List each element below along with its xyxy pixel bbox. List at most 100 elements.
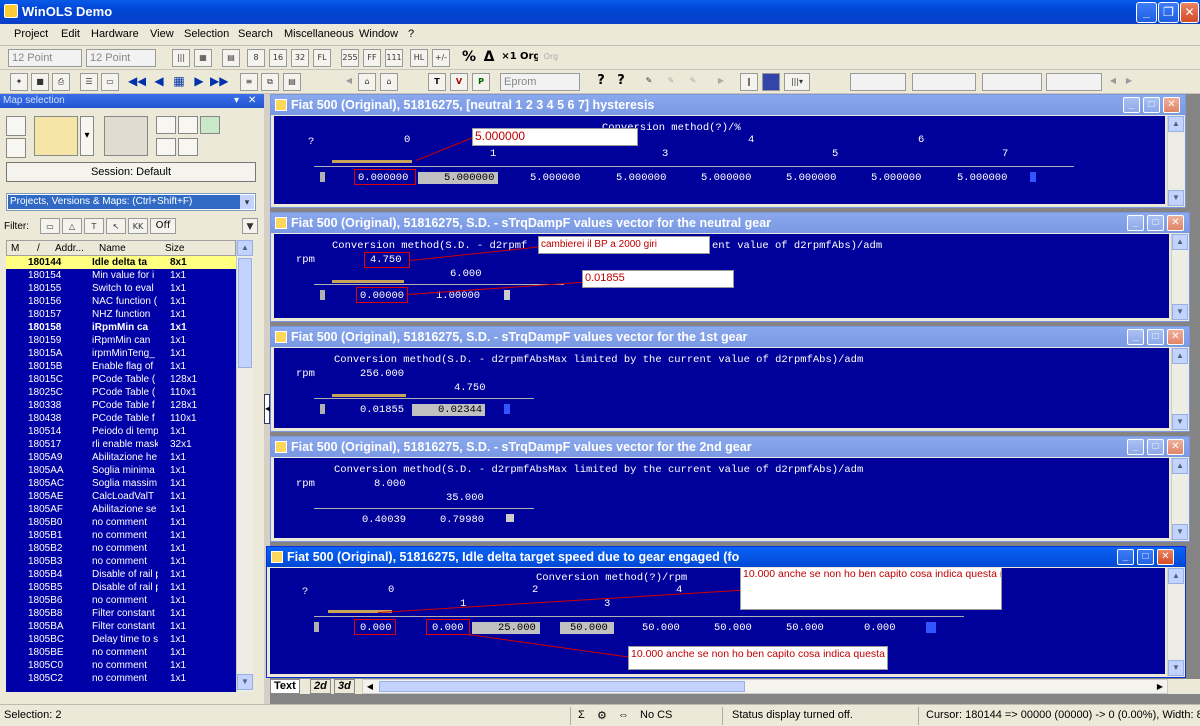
map-text-view[interactable]: Conversion method(?)/% ? 0 4 6 1 3 5 7 0… bbox=[274, 116, 1165, 204]
window-close-button[interactable]: ✕ bbox=[1163, 97, 1180, 113]
list-item[interactable]: 1805B4 Disable of rail p 1x1 bbox=[6, 568, 236, 581]
width-icon[interactable]: |||▾ bbox=[784, 73, 810, 91]
dropdown-icon[interactable]: ▾ bbox=[234, 94, 239, 108]
map-cell[interactable]: 5.000000 bbox=[418, 172, 499, 184]
map-cell[interactable]: 5.000000 bbox=[616, 172, 666, 184]
print-icon[interactable]: ⎙ bbox=[52, 73, 70, 91]
menu-view[interactable]: View bbox=[150, 28, 174, 40]
map-cell[interactable]: 5.000000 bbox=[786, 172, 836, 184]
tool3-icon[interactable]: ✎ bbox=[684, 73, 702, 91]
32bit-icon[interactable]: 32 bbox=[291, 49, 309, 67]
map-window-2nd-gear[interactable]: Fiat 500 (Original), 51816275, S.D. - sT… bbox=[270, 436, 1190, 542]
col-m[interactable]: M bbox=[11, 243, 19, 254]
percent-icon[interactable]: % bbox=[460, 49, 478, 67]
help-icon[interactable]: ? bbox=[592, 73, 610, 91]
chip-icon[interactable]: ■ bbox=[31, 73, 49, 91]
first-icon[interactable]: ◀◀ bbox=[128, 73, 146, 91]
window-minimize-button[interactable]: _ bbox=[1127, 329, 1144, 345]
map-text-view[interactable]: Conversion method(?)/rpm ? 0 2 4 6 1 3 5… bbox=[270, 568, 1165, 674]
list-item[interactable]: 180514 Peiodo di temp 1x1 bbox=[6, 425, 236, 438]
window-scrollbar[interactable]: ▲ ▼ bbox=[1171, 234, 1188, 320]
16bit-icon[interactable]: 16 bbox=[269, 49, 287, 67]
map-cell[interactable]: 5.000000 bbox=[871, 172, 921, 184]
menu-help[interactable]: ? bbox=[408, 28, 414, 40]
filter-warning-icon[interactable]: △ bbox=[62, 218, 82, 234]
home-icon[interactable]: ⌂ bbox=[358, 73, 376, 91]
back-icon[interactable]: ◀ bbox=[340, 73, 358, 91]
window-close-button[interactable]: ✕ bbox=[1167, 329, 1184, 345]
map-window-idle-delta[interactable]: Fiat 500 (Original), 51816275, Idle delt… bbox=[266, 546, 1186, 678]
send-icon[interactable] bbox=[156, 138, 176, 156]
scroll-up-icon[interactable]: ▲ bbox=[237, 240, 253, 256]
list-item[interactable]: 1805BC Delay time to s 1x1 bbox=[6, 633, 236, 646]
map-cell[interactable]: 0.79980 bbox=[440, 514, 484, 526]
window-minimize-button[interactable]: _ bbox=[1123, 97, 1140, 113]
window-close-button[interactable]: ✕ bbox=[1167, 439, 1184, 455]
menu-edit[interactable]: Edit bbox=[61, 28, 80, 40]
list-item[interactable]: 1805B0 no comment 1x1 bbox=[6, 516, 236, 529]
maximize-button[interactable]: ❐ bbox=[1158, 2, 1179, 23]
eprom-combo[interactable]: Eprom bbox=[500, 73, 580, 91]
filter-kk-icon[interactable]: KK bbox=[128, 218, 148, 234]
window-scrollbar[interactable]: ▲ ▼ bbox=[1171, 348, 1188, 430]
list-item[interactable]: 180438 PCode Table f 110x1 bbox=[6, 412, 236, 425]
list-item[interactable]: 1805B3 no comment 1x1 bbox=[6, 555, 236, 568]
combo-c[interactable] bbox=[982, 73, 1042, 91]
last-icon[interactable]: ▶▶ bbox=[210, 73, 228, 91]
map-text-view[interactable]: Conversion method(S.D. - d2rpmf ent valu… bbox=[274, 234, 1169, 318]
font-size-combo-2[interactable]: 12 Point bbox=[86, 49, 156, 67]
float-icon[interactable]: FL bbox=[313, 49, 331, 67]
map-cell[interactable]: 0.02344 bbox=[412, 404, 486, 416]
filter-dropdown-icon[interactable]: ▼ bbox=[242, 218, 258, 234]
scroll-down-icon[interactable]: ▼ bbox=[1168, 190, 1184, 206]
map-window-hysteresis[interactable]: Fiat 500 (Original), 51816275, [neutral … bbox=[270, 94, 1186, 208]
prev-icon[interactable]: ◀ bbox=[150, 73, 168, 91]
window-minimize-button[interactable]: _ bbox=[1117, 549, 1134, 565]
project-icon[interactable] bbox=[104, 116, 148, 156]
scroll-up-icon[interactable]: ▲ bbox=[1172, 234, 1188, 250]
map-cell[interactable]: 0.000 bbox=[864, 622, 896, 634]
open-folder-icon[interactable] bbox=[34, 116, 78, 156]
map-cell[interactable]: 5.000000 bbox=[701, 172, 751, 184]
scroll-left-icon[interactable]: ◀ bbox=[363, 680, 377, 693]
window-title-bar[interactable]: Fiat 500 (Original), 51816275, [neutral … bbox=[271, 95, 1185, 115]
map-cell[interactable]: 5.000000 bbox=[530, 172, 580, 184]
right-arrow-icon[interactable]: ▶ bbox=[1120, 73, 1138, 91]
filter-off-button[interactable]: Off bbox=[150, 218, 176, 234]
original-icon[interactable]: Org bbox=[520, 49, 538, 67]
map-cell[interactable]: 50.000 bbox=[642, 622, 680, 634]
horizontal-scrollbar[interactable]: ◀ ▶ bbox=[362, 679, 1168, 694]
t-icon[interactable]: T bbox=[428, 73, 446, 91]
scroll-right-icon[interactable]: ▶ bbox=[1153, 680, 1167, 693]
horizontal-scroll-thumb[interactable] bbox=[379, 681, 745, 692]
map-copy-icon[interactable]: ⧉ bbox=[261, 73, 279, 91]
scroll-up-icon[interactable]: ▲ bbox=[1168, 116, 1184, 132]
scroll-down-icon[interactable]: ▼ bbox=[1168, 660, 1184, 676]
scroll-up-icon[interactable]: ▲ bbox=[1172, 348, 1188, 364]
color-icon[interactable] bbox=[762, 73, 780, 91]
window-minimize-button[interactable]: _ bbox=[1127, 439, 1144, 455]
scroll-down-icon[interactable]: ▼ bbox=[1172, 304, 1188, 320]
list-item[interactable]: 180338 PCode Table f 128x1 bbox=[6, 399, 236, 412]
menu-miscellaneous[interactable]: Miscellaneous bbox=[284, 28, 354, 40]
tool2-icon[interactable]: ✎ bbox=[662, 73, 680, 91]
combo-b[interactable] bbox=[912, 73, 976, 91]
hilo-icon[interactable]: HL bbox=[410, 49, 428, 67]
list-item[interactable]: 180157 NHZ function 1x1 bbox=[6, 308, 236, 321]
list-icon[interactable]: ▦ bbox=[170, 73, 188, 91]
receive-icon[interactable] bbox=[178, 138, 198, 156]
window-maximize-button[interactable]: □ bbox=[1147, 439, 1164, 455]
window-minimize-button[interactable]: _ bbox=[1127, 215, 1144, 231]
list-item[interactable]: 180154 Min value for i 1x1 bbox=[6, 269, 236, 282]
map-cell[interactable]: 25.000 bbox=[472, 622, 540, 634]
tab-3d[interactable]: 3d bbox=[334, 679, 355, 694]
list-item[interactable]: 1805BA Filter constant 1x1 bbox=[6, 620, 236, 633]
list-item[interactable]: 1805AA Soglia minima 1x1 bbox=[6, 464, 236, 477]
map-cell[interactable]: 50.000 bbox=[560, 622, 614, 634]
list-item[interactable]: 18025C PCode Table (110x1 bbox=[6, 386, 236, 399]
table-icon[interactable]: ▤ bbox=[222, 49, 240, 67]
map-window-neutral-gear[interactable]: Fiat 500 (Original), 51816275, S.D. - sT… bbox=[270, 212, 1190, 322]
scroll-thumb[interactable] bbox=[238, 258, 252, 368]
list-item[interactable]: 1805C0 no comment 1x1 bbox=[6, 659, 236, 672]
hex-icon[interactable]: FF bbox=[363, 49, 381, 67]
